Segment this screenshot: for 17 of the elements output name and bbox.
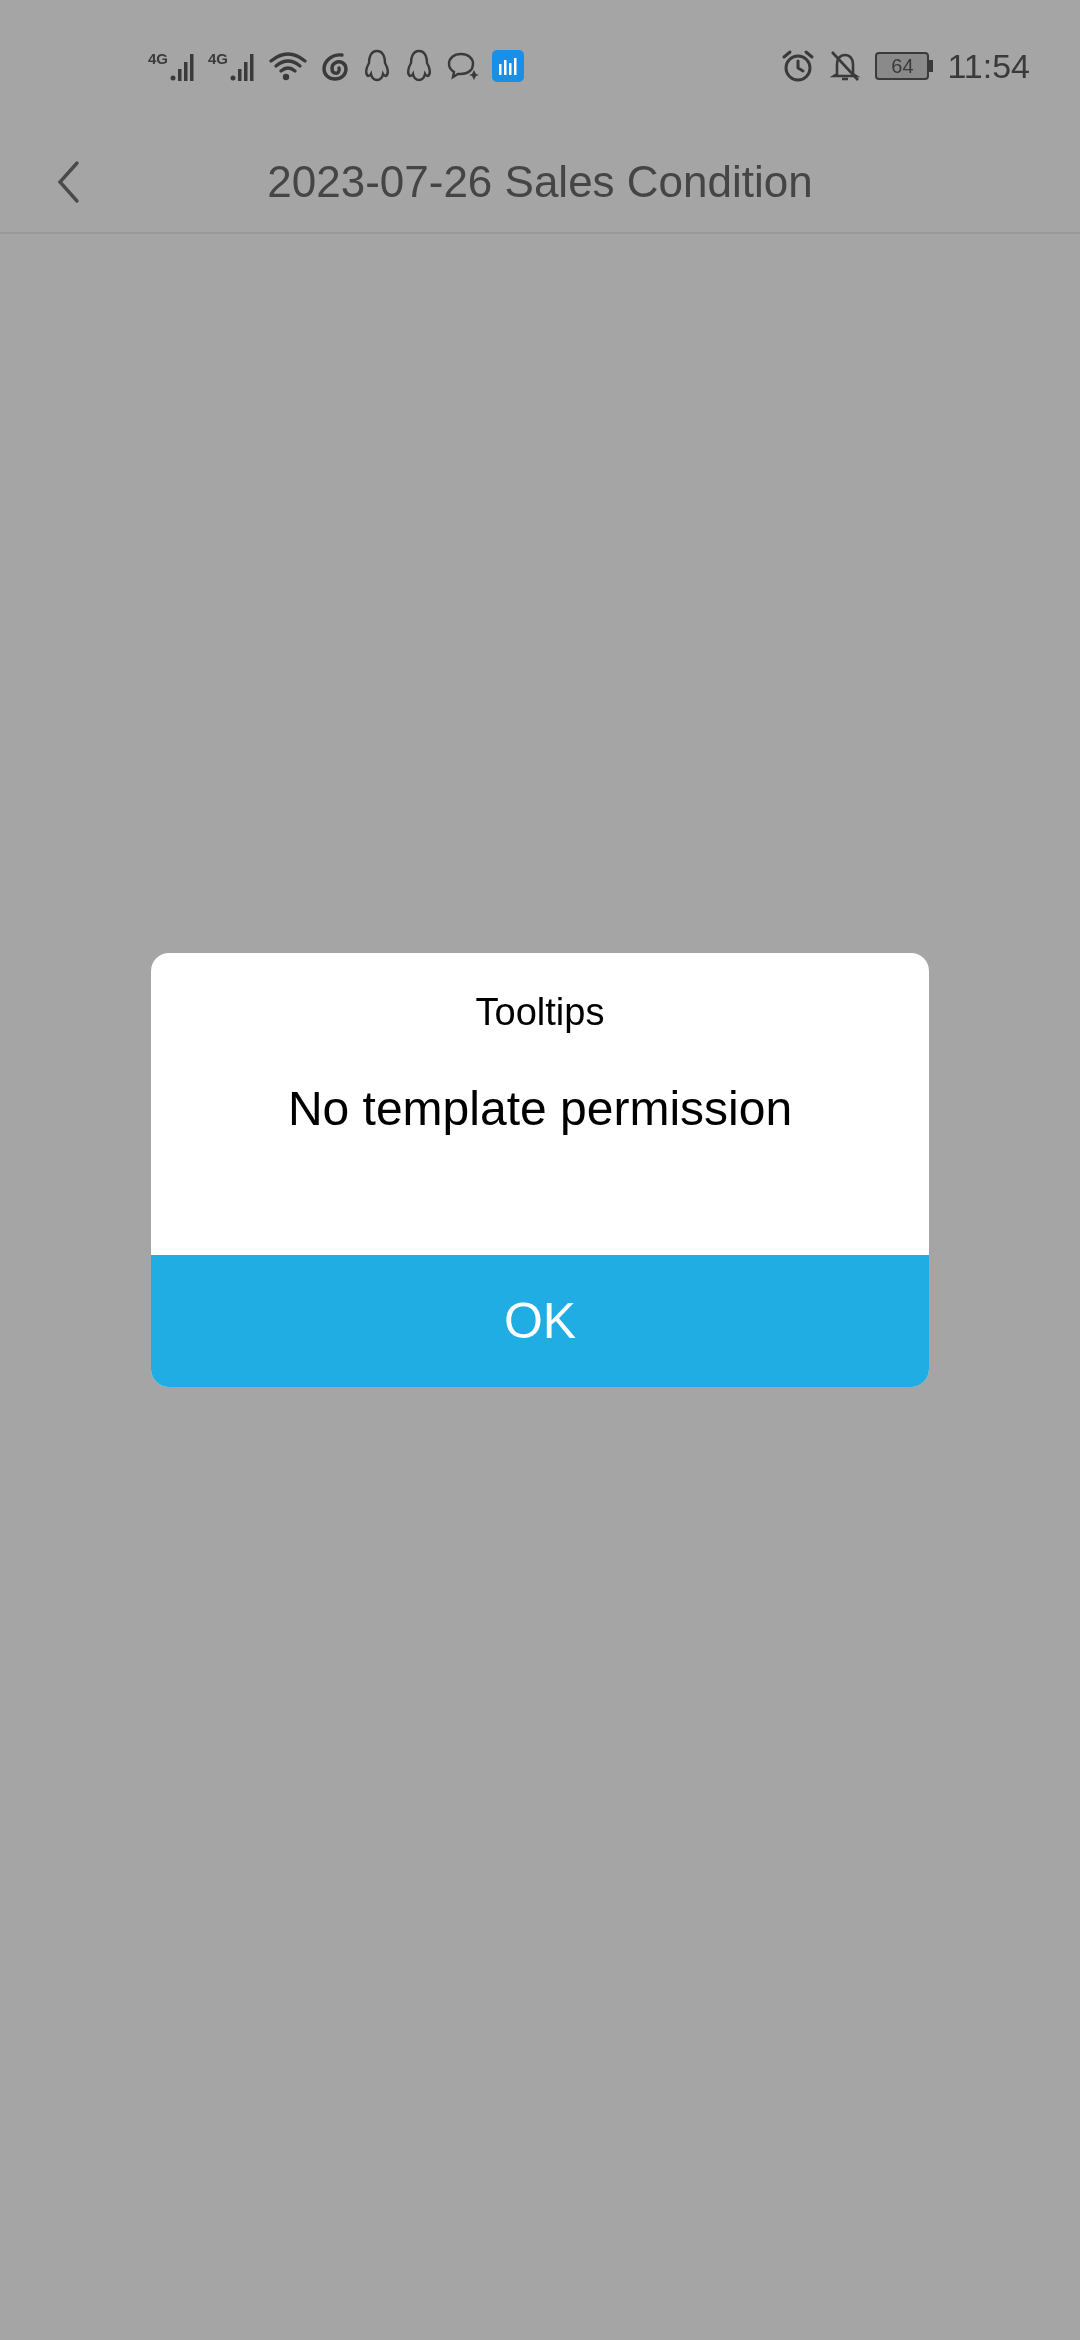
wifi-icon [268,51,309,81]
app-icon [492,50,525,82]
page-title: 2023-07-26 Sales Condition [267,160,813,204]
back-icon [56,160,80,204]
alarm-icon [781,49,816,83]
swirl-icon [320,51,351,81]
network-type: 4G [148,51,168,66]
signal-icon [230,51,257,81]
dialog-title: Tooltips [475,993,605,1031]
clock-time: 11:54 [947,49,1030,83]
chat-bubble-icon [446,51,481,81]
dialog-message: No template permission [287,1085,793,1133]
signal-icon [170,51,196,81]
battery-level: 64 [891,56,914,76]
ok-button[interactable]: OK [151,1255,929,1387]
network-type: 4G [208,51,229,66]
muted-bell-icon [829,49,862,83]
